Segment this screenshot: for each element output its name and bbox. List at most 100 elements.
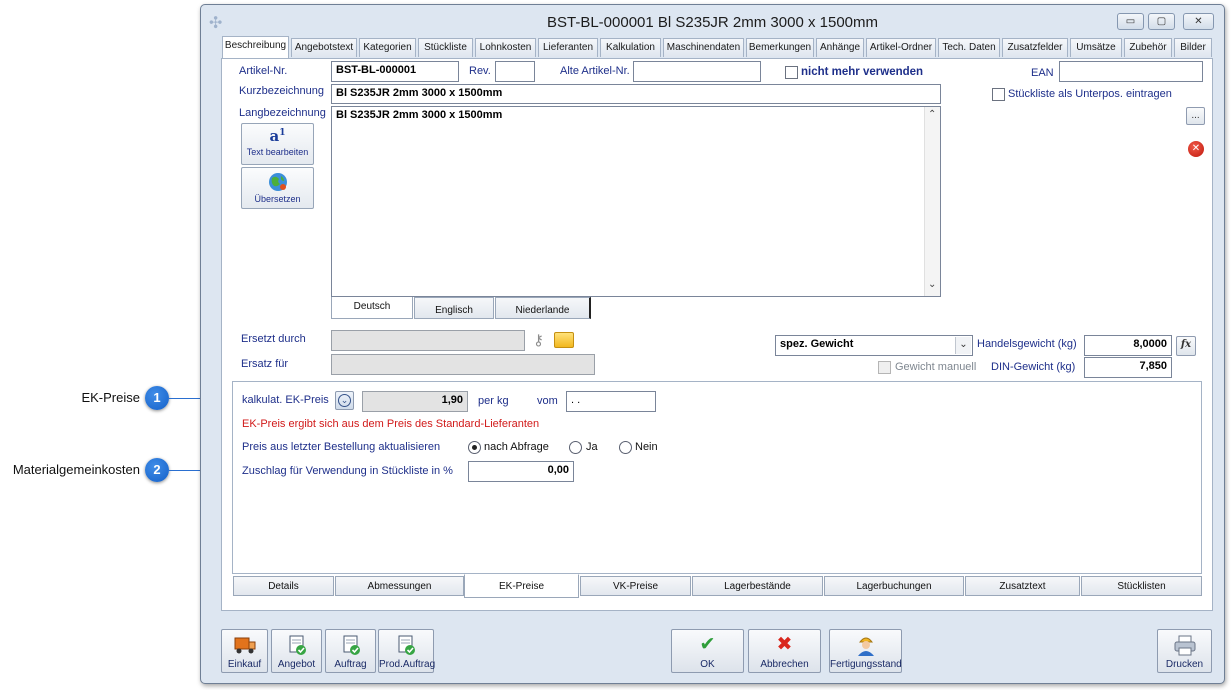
lang-tab-deutsch[interactable]: Deutsch [331, 297, 413, 319]
tab-lieferanten[interactable]: Lieferanten [538, 38, 598, 57]
ersetzt-durch-field[interactable] [331, 330, 525, 351]
uebersetzen-label: Übersetzen [254, 194, 301, 204]
subtab-details[interactable]: Details [233, 576, 334, 596]
maximize-button[interactable]: ▢ [1148, 13, 1175, 30]
spez-gewicht-select[interactable]: spez. Gewicht [775, 335, 973, 356]
prod-auftrag-button[interactable]: Prod.Auftrag [378, 629, 435, 673]
formula-button[interactable]: fx [1176, 336, 1196, 356]
subtab-zusatztext[interactable]: Zusatztext [965, 576, 1080, 596]
ek-preis-dropdown-button[interactable]: ⌄ [335, 391, 354, 410]
artikel-nr-field[interactable]: BST-BL-000001 [331, 61, 459, 82]
tab-bemerkungen[interactable]: Bemerkungen [746, 38, 814, 57]
ersatz-fuer-label: Ersatz für [241, 358, 289, 370]
more-options-button[interactable]: ... [1186, 107, 1205, 125]
vom-date-field[interactable]: . . [566, 391, 656, 412]
einkauf-button[interactable]: Einkauf [221, 629, 268, 673]
abbrechen-label: Abbrechen [760, 659, 809, 670]
drucken-button[interactable]: Drucken [1157, 629, 1212, 673]
spez-gewicht-value: spez. Gewicht [780, 338, 854, 350]
minimize-button[interactable]: ▭ [1117, 13, 1144, 30]
rev-label: Rev. [469, 65, 491, 77]
title-bar[interactable]: ✣ BST-BL-000001 Bl S235JR 2mm 3000 x 150… [201, 5, 1224, 39]
din-gewicht-field[interactable]: 7,850 [1084, 357, 1172, 378]
einkauf-label: Einkauf [227, 659, 262, 670]
abbrechen-button[interactable]: ✖ Abbrechen [748, 629, 821, 673]
radio-nein[interactable] [619, 441, 632, 454]
stueckliste-unterpos-checkbox[interactable] [992, 88, 1005, 101]
tab-kalkulation[interactable]: Kalkulation [600, 38, 661, 57]
document-check-icon [343, 635, 360, 655]
langbezeichnung-textarea[interactable]: Bl S235JR 2mm 3000 x 1500mm [331, 106, 941, 297]
text-edit-icon: a1 [269, 127, 286, 145]
chevron-down-icon[interactable]: ⌄ [955, 337, 971, 354]
ean-label: EAN [1031, 67, 1054, 79]
lang-tab-niederlande[interactable]: Niederlande [495, 297, 591, 319]
langbezeichnung-scrollbar[interactable]: ⌃ ⌄ [924, 107, 940, 296]
key-icon[interactable]: ⚷ [529, 331, 548, 350]
cross-icon: ✖ [776, 634, 793, 655]
tab-kategorien[interactable]: Kategorien [359, 38, 416, 57]
worker-icon [857, 637, 874, 656]
document-check-icon [398, 635, 415, 655]
handelsgewicht-field[interactable]: 8,0000 [1084, 335, 1172, 356]
annotation-label-ek-preise: EK-Preise [81, 390, 140, 405]
tab-lohnkosten[interactable]: Lohnkosten [475, 38, 536, 57]
tab-umsaetze[interactable]: Umsätze [1070, 38, 1122, 57]
text-bearbeiten-button[interactable]: a1 Text bearbeiten [241, 123, 314, 165]
tab-anhaenge[interactable]: Anhänge [816, 38, 864, 57]
lang-tab-englisch[interactable]: Englisch [414, 297, 494, 319]
close-button[interactable]: ✕ [1183, 13, 1214, 30]
tab-bilder[interactable]: Bilder [1174, 38, 1212, 57]
uebersetzen-button[interactable]: Übersetzen [241, 167, 314, 209]
din-gewicht-label: DIN-Gewicht (kg) [991, 361, 1076, 373]
subtab-ek-preise[interactable]: EK-Preise [464, 574, 579, 598]
tab-stueckliste[interactable]: Stückliste [418, 38, 473, 57]
kalkulat-ek-preis-field[interactable]: 1,90 [362, 391, 468, 412]
subtab-lagerbestaende[interactable]: Lagerbestände [692, 576, 823, 596]
ok-button[interactable]: ✔ OK [671, 629, 744, 673]
tab-angebotstext[interactable]: Angebotstext [291, 38, 357, 57]
truck-icon [234, 637, 255, 654]
fertigungsstand-button[interactable]: Fertigungsstand [829, 629, 902, 673]
stueckliste-unterpos-label: Stückliste als Unterpos. eintragen [1008, 88, 1172, 100]
document-check-icon [289, 635, 306, 655]
rev-field[interactable] [495, 61, 535, 82]
kurzbezeichnung-field[interactable]: Bl S235JR 2mm 3000 x 1500mm [331, 84, 941, 104]
tab-maschinendaten[interactable]: Maschinendaten [663, 38, 744, 57]
tab-zusatzfelder[interactable]: Zusatzfelder [1002, 38, 1068, 57]
zuschlag-label: Zuschlag für Verwendung in Stückliste in… [242, 465, 453, 477]
zuschlag-field[interactable]: 0,00 [468, 461, 574, 482]
nicht-mehr-verwenden-checkbox[interactable] [785, 66, 798, 79]
subtab-lagerbuchungen[interactable]: Lagerbuchungen [824, 576, 964, 596]
radio-ja-label: Ja [586, 441, 598, 453]
gewicht-manuell-checkbox[interactable] [878, 361, 891, 374]
radio-nach-abfrage[interactable] [468, 441, 481, 454]
folder-icon[interactable] [554, 332, 574, 348]
angebot-button[interactable]: Angebot [271, 629, 322, 673]
auftrag-button[interactable]: Auftrag [325, 629, 376, 673]
alte-artikel-nr-field[interactable] [633, 61, 761, 82]
tab-artikel-ordner[interactable]: Artikel-Ordner [866, 38, 936, 57]
tab-zubehoer[interactable]: Zubehör [1124, 38, 1172, 57]
gewicht-manuell-label: Gewicht manuell [895, 361, 977, 373]
printer-icon [1174, 635, 1195, 656]
vom-label: vom [537, 395, 558, 407]
subtab-stuecklisten[interactable]: Stücklisten [1081, 576, 1202, 596]
ean-field[interactable] [1059, 61, 1203, 82]
text-bearbeiten-label: Text bearbeiten [246, 147, 309, 157]
annotation-badge-2: 2 [145, 458, 169, 482]
ersetzt-durch-label: Ersetzt durch [241, 333, 306, 345]
radio-nein-label: Nein [635, 441, 658, 453]
ersatz-fuer-field[interactable] [331, 354, 595, 375]
subtab-vk-preise[interactable]: VK-Preise [580, 576, 691, 596]
alte-artikel-nr-label: Alte Artikel-Nr. [560, 65, 630, 77]
ek-preis-hint: EK-Preis ergibt sich aus dem Preis des S… [242, 418, 540, 430]
radio-ja[interactable] [569, 441, 582, 454]
tab-beschreibung[interactable]: Beschreibung [222, 36, 289, 58]
delete-icon[interactable]: ✕ [1188, 141, 1204, 157]
subtab-abmessungen[interactable]: Abmessungen [335, 576, 464, 596]
kalkulat-ek-preis-label: kalkulat. EK-Preis [242, 394, 329, 406]
tab-tech-daten[interactable]: Tech. Daten [938, 38, 1000, 57]
scroll-up-icon[interactable]: ⌃ [928, 109, 936, 120]
scroll-down-icon[interactable]: ⌄ [928, 279, 936, 290]
